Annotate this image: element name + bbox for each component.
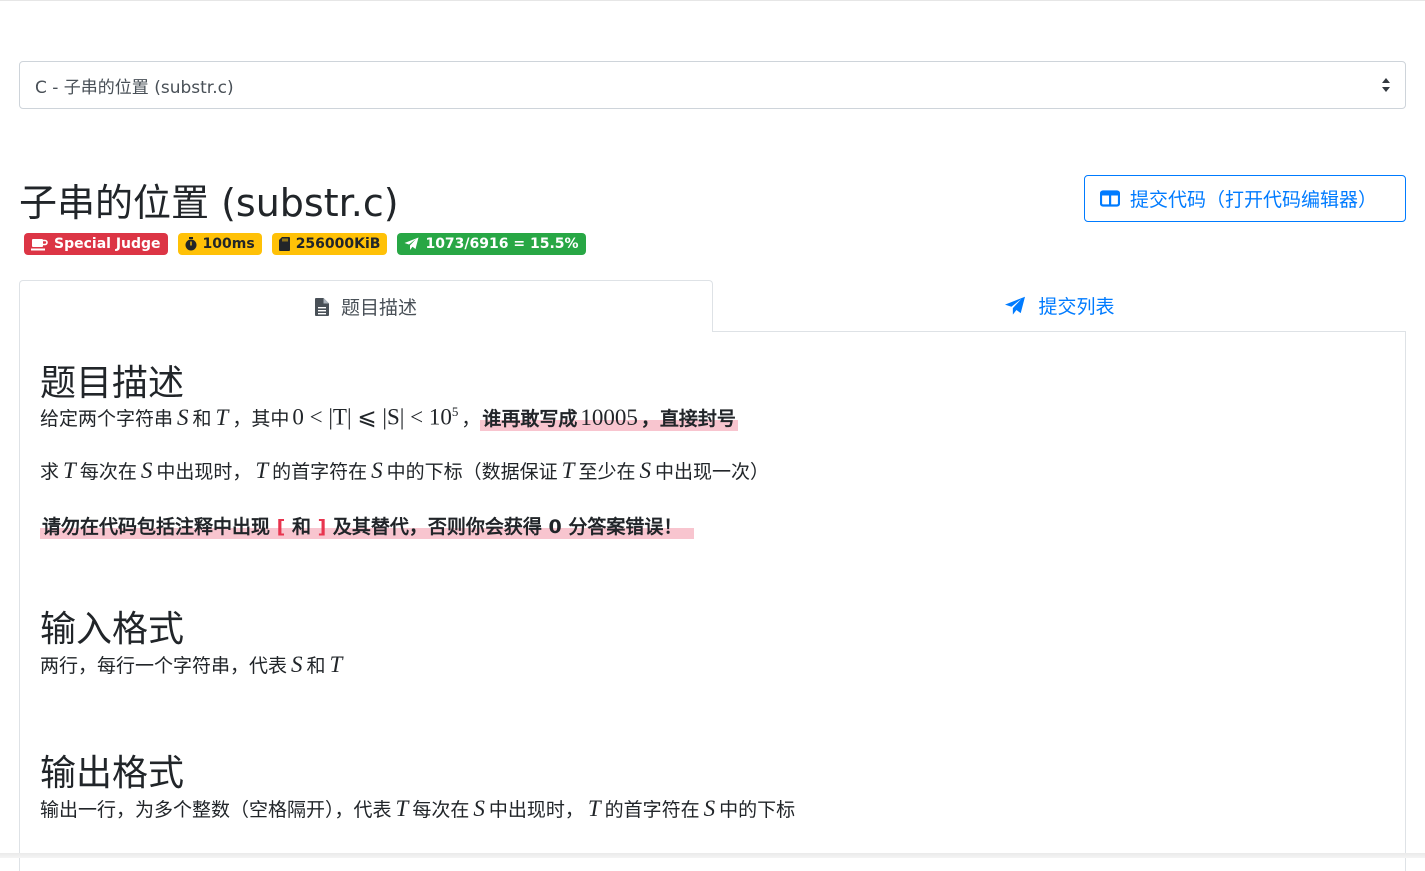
problem-select[interactable]: C - 子串的位置 (substr.c) [19,61,1406,109]
text: 输出一行，为多个整数（空格隔开），代表 [40,799,392,821]
select-arrows-icon [1382,78,1390,92]
text: 每次在 [79,461,137,483]
math-s: S [177,405,189,430]
special-judge-text: Special Judge [54,236,161,252]
submit-code-button[interactable]: 提交代码（打开代码编辑器） [1084,175,1406,222]
top-border [0,0,1425,1]
output-format-paragraph: 输出一行，为多个整数（空格隔开），代表 T 每次在 S 中出现时， T 的首字符… [40,795,795,822]
tab-submissions[interactable]: 提交列表 [713,280,1406,331]
time-limit-text: 100ms [202,236,255,252]
math-s: S [140,458,153,483]
math-s: S [291,652,303,677]
badge-row: Special Judge 100ms 256000KiB 1073/6916 … [24,233,586,255]
math-t: T [395,796,409,821]
math-formula: 0 < |T| ⩽ |S| < 105 [292,404,458,431]
text: ，其中 [232,408,290,430]
tab-bar: 题目描述 提交列表 [19,280,1406,332]
text: 至少在 [578,461,636,483]
text: 和 [192,408,212,430]
paper-plane-icon [404,237,419,250]
tab-description-label: 题目描述 [340,297,417,319]
text: 中的下标 [719,799,796,821]
math-s: S [639,458,651,483]
text: ， [461,408,481,430]
memory-limit-badge: 256000KiB [271,233,388,255]
text: 和 [291,516,311,538]
math-t: T [255,458,269,483]
formula-text: 0 < |T| ⩽ |S| < 10 [292,405,452,430]
formula-exponent: 5 [451,404,459,420]
math-t: T [63,458,76,483]
paper-plane-icon [1005,296,1026,315]
text: 的首字符在 [604,799,700,821]
description-heading: 题目描述 [40,363,185,404]
input-format-heading: 输入格式 [40,609,185,650]
math-s: S [473,796,485,821]
description-paragraph-1: 给定两个字符串 S 和 T ，其中 0 < |T| ⩽ |S| < 105 ， … [40,404,738,431]
special-judge-badge: Special Judge [24,233,168,255]
text: 和 [306,655,326,677]
text: 中出现一次） [654,461,769,483]
math-t: T [329,652,343,677]
description-paragraph-3: 请勿在代码包括注释中出现 [ 和 ] 及其替代，否则你会获得 0 分答案错误！ [40,512,695,539]
sd-card-icon [278,237,290,251]
bottom-edge [0,853,1425,858]
time-limit-badge: 100ms [177,233,262,255]
stopwatch-icon [185,237,197,251]
text: 两行，每行一个字符串，代表 [40,655,288,677]
file-icon [314,297,329,316]
math-s: S [703,796,716,821]
text: 的首字符在 [272,461,368,483]
text: 谁再敢写成 [482,408,578,430]
text: 中出现时， [156,461,252,483]
text: 求 [40,461,60,483]
output-format-heading: 输出格式 [40,753,185,794]
bracket-left: [ [276,516,286,538]
bracket-warning: 请勿在代码包括注释中出现 [ 和 ] 及其替代，否则你会获得 0 分答案错误！ [40,512,695,539]
math-t: T [561,458,575,483]
tab-description[interactable]: 题目描述 [19,280,713,332]
coffee-icon [31,238,48,250]
problem-select-value: C - 子串的位置 (substr.c) [35,77,234,98]
text: 及其替代，否则你会获得 0 分答案错误！ [332,516,683,538]
bracket-right: ] [317,516,327,538]
math-s: S [371,458,383,483]
tab-submissions-label: 提交列表 [1038,296,1115,318]
accept-rate-text: 1073/6916 = 15.5% [425,236,579,252]
text: ，直接封号 [640,408,736,430]
text: 给定两个字符串 [40,408,174,430]
text: 中出现时， [488,799,584,821]
math-number: 10005 [580,405,638,430]
submit-code-label: 提交代码（打开代码编辑器） [1130,189,1378,211]
accept-rate-badge: 1073/6916 = 15.5% [397,233,586,255]
memory-limit-text: 256000KiB [295,236,381,252]
ban-warning: 谁再敢写成 10005 ，直接封号 [480,404,738,431]
text: 中的下标（数据保证 [386,461,558,483]
text: 请勿在代码包括注释中出现 [42,516,271,538]
book-open-icon [1100,190,1120,207]
text: 每次在 [412,799,470,821]
input-format-paragraph: 两行，每行一个字符串，代表 S 和 T [40,651,346,678]
math-t: T [215,405,229,430]
page-title: 子串的位置 (substr.c) [19,181,399,225]
description-paragraph-2: 求 T 每次在 S 中出现时， T 的首字符在 S 中的下标（数据保证 T 至少… [40,457,769,484]
math-t: T [587,796,601,821]
